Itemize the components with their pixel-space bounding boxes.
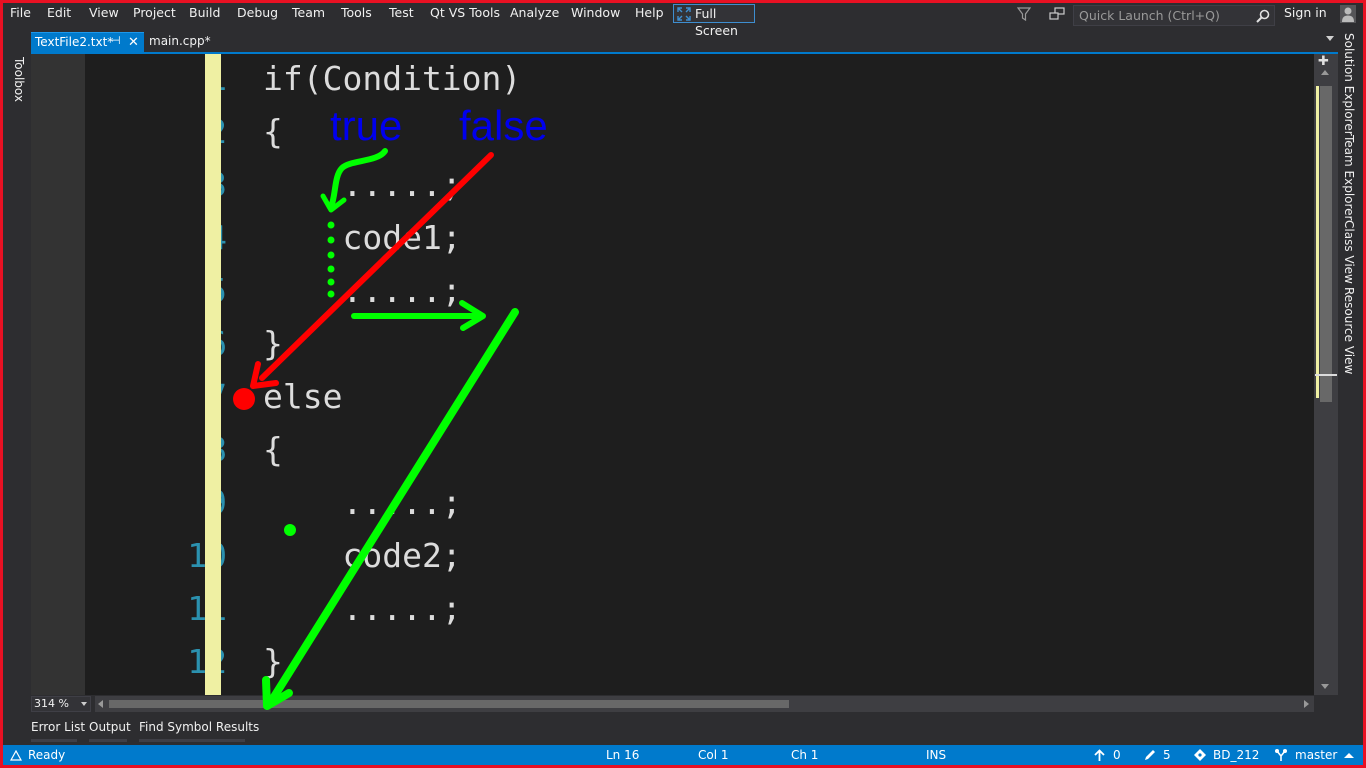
status-line: Ln 16 (606, 748, 640, 762)
code-line: } (263, 324, 283, 363)
status-column: Col 1 (698, 748, 729, 762)
scroll-down-icon[interactable] (1321, 684, 1329, 689)
menu-build[interactable]: Build (189, 4, 220, 22)
menu-help[interactable]: Help (635, 4, 664, 22)
status-char: Ch 1 (791, 748, 819, 762)
arrow-up-icon (1094, 749, 1105, 761)
splitter-icon[interactable]: ✚ (1318, 55, 1329, 68)
menu-bar: File Edit View Project Build Debug Team … (3, 3, 1363, 38)
tab-resource-view[interactable]: Resource View (1342, 287, 1356, 374)
change-marker (1316, 86, 1319, 398)
repository-icon (1194, 749, 1206, 761)
code-line: .....; (263, 165, 462, 204)
repository-name[interactable]: BD_212 (1213, 745, 1259, 766)
status-insert-mode: INS (926, 748, 947, 762)
tab-class-view[interactable]: Class View (1342, 220, 1356, 284)
tab-error-list[interactable]: Error List (31, 720, 85, 734)
branch-icon (1275, 749, 1287, 761)
status-ready: Ready (28, 748, 66, 762)
feedback-icon[interactable] (1049, 7, 1065, 21)
tab-label: main.cpp* (149, 34, 211, 48)
document-tab-row: TextFile2.txt* ⊣ ✕ main.cpp* (31, 32, 1338, 52)
scroll-left-icon[interactable] (98, 700, 103, 708)
tab-output[interactable]: Output (89, 720, 131, 734)
code-line: .....; (263, 483, 462, 522)
search-icon (1256, 9, 1270, 23)
menu-tools[interactable]: Tools (341, 4, 372, 22)
tab-list-dropdown-icon[interactable] (1326, 36, 1334, 41)
code-line: .....; (263, 589, 462, 628)
quick-launch-placeholder: Quick Launch (Ctrl+Q) (1079, 8, 1220, 23)
toolbox-tab[interactable]: Toolbox (12, 57, 26, 102)
tab-indicator (89, 739, 127, 742)
status-ready-icon (10, 750, 22, 761)
quick-launch-input[interactable]: Quick Launch (Ctrl+Q) (1073, 5, 1275, 26)
caret-position-marker (1315, 374, 1337, 376)
toolbox-panel: Toolbox (3, 25, 31, 715)
scroll-up-icon[interactable] (1321, 70, 1329, 75)
close-icon[interactable]: ✕ (128, 33, 139, 52)
scroll-thumb[interactable] (109, 700, 789, 708)
tab-main-cpp[interactable]: main.cpp* (145, 32, 235, 52)
tab-indicator (139, 739, 245, 742)
menu-edit[interactable]: Edit (47, 4, 71, 22)
tab-solution-explorer[interactable]: Solution Explorer (1342, 33, 1356, 136)
scroll-thumb[interactable] (1320, 86, 1332, 402)
menu-analyze[interactable]: Analyze (510, 4, 559, 22)
code-line: { (263, 430, 283, 469)
tab-label: TextFile2.txt* (35, 35, 114, 49)
menu-project[interactable]: Project (133, 4, 176, 22)
editor-bottom-bar: 314 % (31, 695, 1314, 714)
menu-view[interactable]: View (89, 4, 119, 22)
zoom-level: 314 % (34, 697, 69, 710)
vertical-scrollbar[interactable] (1314, 54, 1338, 695)
unpushed-commits-count[interactable]: 0 (1113, 745, 1121, 766)
code-line: if(Condition) (263, 59, 522, 98)
menu-team[interactable]: Team (292, 4, 325, 22)
pin-icon[interactable]: ⊣ (111, 34, 121, 47)
chevron-down-icon (81, 702, 87, 706)
scroll-right-icon[interactable] (1304, 700, 1309, 708)
status-bar: Ready Ln 16 Col 1 Ch 1 INS 0 5 BD_212 ma… (3, 745, 1363, 765)
code-line: { (263, 112, 283, 151)
bottom-panel-tabs: Error List Output Find Symbol Results (31, 715, 1338, 745)
code-editor[interactable]: 1 2 3 4 5 6 7 8 9 10 11 12 if(Condition)… (31, 54, 1314, 695)
menu-qt-vs-tools[interactable]: Qt VS Tools (430, 4, 500, 22)
code-line: .....; (263, 271, 462, 310)
annotation-false-label: false (459, 102, 548, 149)
full-screen-icon (677, 7, 691, 21)
glyph-margin[interactable] (31, 54, 85, 695)
tab-textfile2[interactable]: TextFile2.txt* ⊣ ✕ (31, 32, 144, 52)
code-line: code2; (263, 536, 462, 575)
menu-test[interactable]: Test (389, 4, 414, 22)
chevron-up-icon (1344, 753, 1354, 758)
filter-icon[interactable] (1017, 7, 1031, 21)
menu-file[interactable]: File (10, 4, 31, 22)
menu-window[interactable]: Window (571, 4, 620, 22)
tab-indicator (31, 739, 77, 742)
code-text-area[interactable]: if(Condition) { .....; code1; .....; } e… (263, 54, 1163, 695)
pending-changes-count[interactable]: 5 (1163, 745, 1171, 766)
sign-in-link[interactable]: Sign in (1284, 4, 1327, 22)
pencil-icon (1145, 750, 1155, 760)
code-line: code1; (263, 218, 462, 257)
full-screen-button[interactable]: Full Screen (673, 4, 755, 38)
account-icon[interactable] (1340, 5, 1356, 23)
horizontal-scrollbar[interactable] (95, 696, 1314, 712)
zoom-dropdown[interactable]: 314 % (31, 696, 91, 712)
change-tracking-margin (205, 54, 221, 695)
annotation-true-label: true (330, 102, 403, 149)
branch-name[interactable]: master (1295, 745, 1337, 766)
code-line: else (263, 377, 343, 416)
menu-debug[interactable]: Debug (237, 4, 278, 22)
tab-find-symbol-results[interactable]: Find Symbol Results (139, 720, 259, 734)
right-tool-strip: Solution Explorer Team Explorer Class Vi… (1338, 25, 1363, 745)
tab-team-explorer[interactable]: Team Explorer (1342, 135, 1356, 221)
code-line: } (263, 642, 283, 681)
